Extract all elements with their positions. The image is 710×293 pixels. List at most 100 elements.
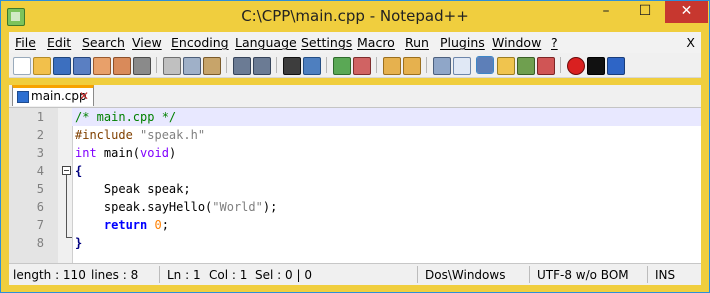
redo-icon[interactable] [253,57,271,75]
code-type: int [75,146,97,160]
toolbar-separator [326,57,327,73]
menu-window[interactable]: Window [492,35,541,50]
toolbar-separator [226,57,227,73]
open-file-icon[interactable] [33,57,51,75]
code-number: 0 [154,218,162,232]
code-text: ) [168,146,177,160]
toolbar-separator [426,57,427,73]
code-editor[interactable]: 1 2 3 4 5 6 7 8 /* main.cpp */ #include … [9,107,701,263]
status-encoding[interactable]: UTF-8 w/o BOM [537,268,629,282]
replace-icon[interactable] [303,57,321,75]
menu-encoding[interactable]: Encoding [171,35,229,50]
status-divider [417,266,418,283]
status-divider [159,266,160,283]
user-language-icon[interactable] [497,57,515,75]
record-macro-icon[interactable] [567,57,585,75]
line-number: 3 [36,146,44,160]
code-text: ); [262,200,278,214]
document-tab-strip: main.cpp ✕ [9,85,701,108]
word-wrap-icon[interactable] [433,57,451,75]
sync-vertical-icon[interactable] [383,57,401,75]
line-number: 2 [36,128,44,142]
code-line: } [75,234,82,252]
save-icon[interactable] [53,57,71,75]
toolbar [9,53,701,78]
fold-end-marker [66,237,72,238]
status-lines: lines : 8 [91,268,139,282]
toolbar-separator [560,57,561,73]
show-all-chars-icon[interactable] [453,57,471,75]
minimize-button[interactable]: – [587,1,625,23]
code-comment: /* main.cpp */ [75,110,177,124]
close-window-button[interactable]: ✕ [665,1,708,23]
line-number-gutter: 1 2 3 4 5 6 7 8 [9,108,59,263]
close-icon[interactable] [93,57,111,75]
code-text: ; [161,218,169,232]
code-line: int main(void) [75,144,176,162]
menu-view[interactable]: View [132,35,162,50]
status-eol[interactable]: Dos\Windows [425,268,505,282]
title-bar[interactable]: C:\CPP\main.cpp - Notepad++ – ☐ ✕ [1,1,709,31]
print-icon[interactable] [133,57,151,75]
code-text: Speak speak; [75,182,191,196]
status-divider [529,266,530,283]
code-preprocessor: #include [75,128,141,142]
save-all-icon[interactable] [73,57,91,75]
tab-close-button[interactable]: ✕ [79,89,89,103]
fold-collapse-icon[interactable] [62,166,71,175]
status-sel: Sel : 0 | 0 [255,268,312,282]
menu-run[interactable]: Run [405,35,429,50]
code-type: void [140,146,169,160]
menu-edit[interactable]: Edit [47,35,71,50]
code-string: "speak.h" [140,128,206,142]
status-bar: length : 110 lines : 8 Ln : 1 Col : 1 Se… [9,263,701,285]
toolbar-separator [376,57,377,73]
menu-file[interactable]: File [15,35,36,50]
code-line: Speak speak; [75,180,191,198]
tab-main-cpp[interactable]: main.cpp ✕ [12,85,94,106]
status-length: length : 110 [13,268,86,282]
code-text: speak.sayHello( [75,200,213,214]
menu-settings[interactable]: Settings [301,35,352,50]
zoom-in-icon[interactable] [333,57,351,75]
paste-icon[interactable] [203,57,221,75]
status-divider [647,266,648,283]
code-line: return 0; [75,216,169,234]
maximize-button[interactable]: ☐ [626,1,664,23]
document-map-icon[interactable] [517,57,535,75]
sync-horizontal-icon[interactable] [403,57,421,75]
menu-macro[interactable]: Macro [357,35,395,50]
code-string: "World" [212,200,263,214]
code-line: speak.sayHello("World"); [75,198,277,216]
fold-guide-line [66,175,67,237]
undo-icon[interactable] [233,57,251,75]
menu-plugins[interactable]: Plugins [440,35,485,50]
notepad-window: C:\CPP\main.cpp - Notepad++ – ☐ ✕ File E… [0,0,710,293]
indent-guide-icon[interactable] [476,56,494,74]
find-icon[interactable] [283,57,301,75]
function-list-icon[interactable] [537,57,555,75]
close-document-x[interactable]: X [686,35,695,50]
code-line: /* main.cpp */ [75,108,176,126]
code-brace: } [75,236,83,250]
close-all-icon[interactable] [113,57,131,75]
code-text: main( [96,146,141,160]
menu-search[interactable]: Search [82,35,125,50]
status-ln: Ln : 1 [167,268,201,282]
playback-icon[interactable] [607,57,625,75]
cut-icon[interactable] [163,57,181,75]
copy-icon[interactable] [183,57,201,75]
new-file-icon[interactable] [13,57,31,75]
menu-bar: File Edit Search View Encoding Language … [9,32,701,54]
menu-language[interactable]: Language [235,35,297,50]
line-number: 1 [36,110,44,124]
menu-help[interactable]: ? [551,35,558,50]
line-number: 6 [36,200,44,214]
code-brace: { [75,164,83,178]
toolbar-separator [276,57,277,73]
zoom-out-icon[interactable] [353,57,371,75]
status-mode[interactable]: INS [655,268,675,282]
line-number: 4 [36,164,44,178]
stop-record-icon[interactable] [587,57,605,75]
line-number: 7 [36,218,44,232]
